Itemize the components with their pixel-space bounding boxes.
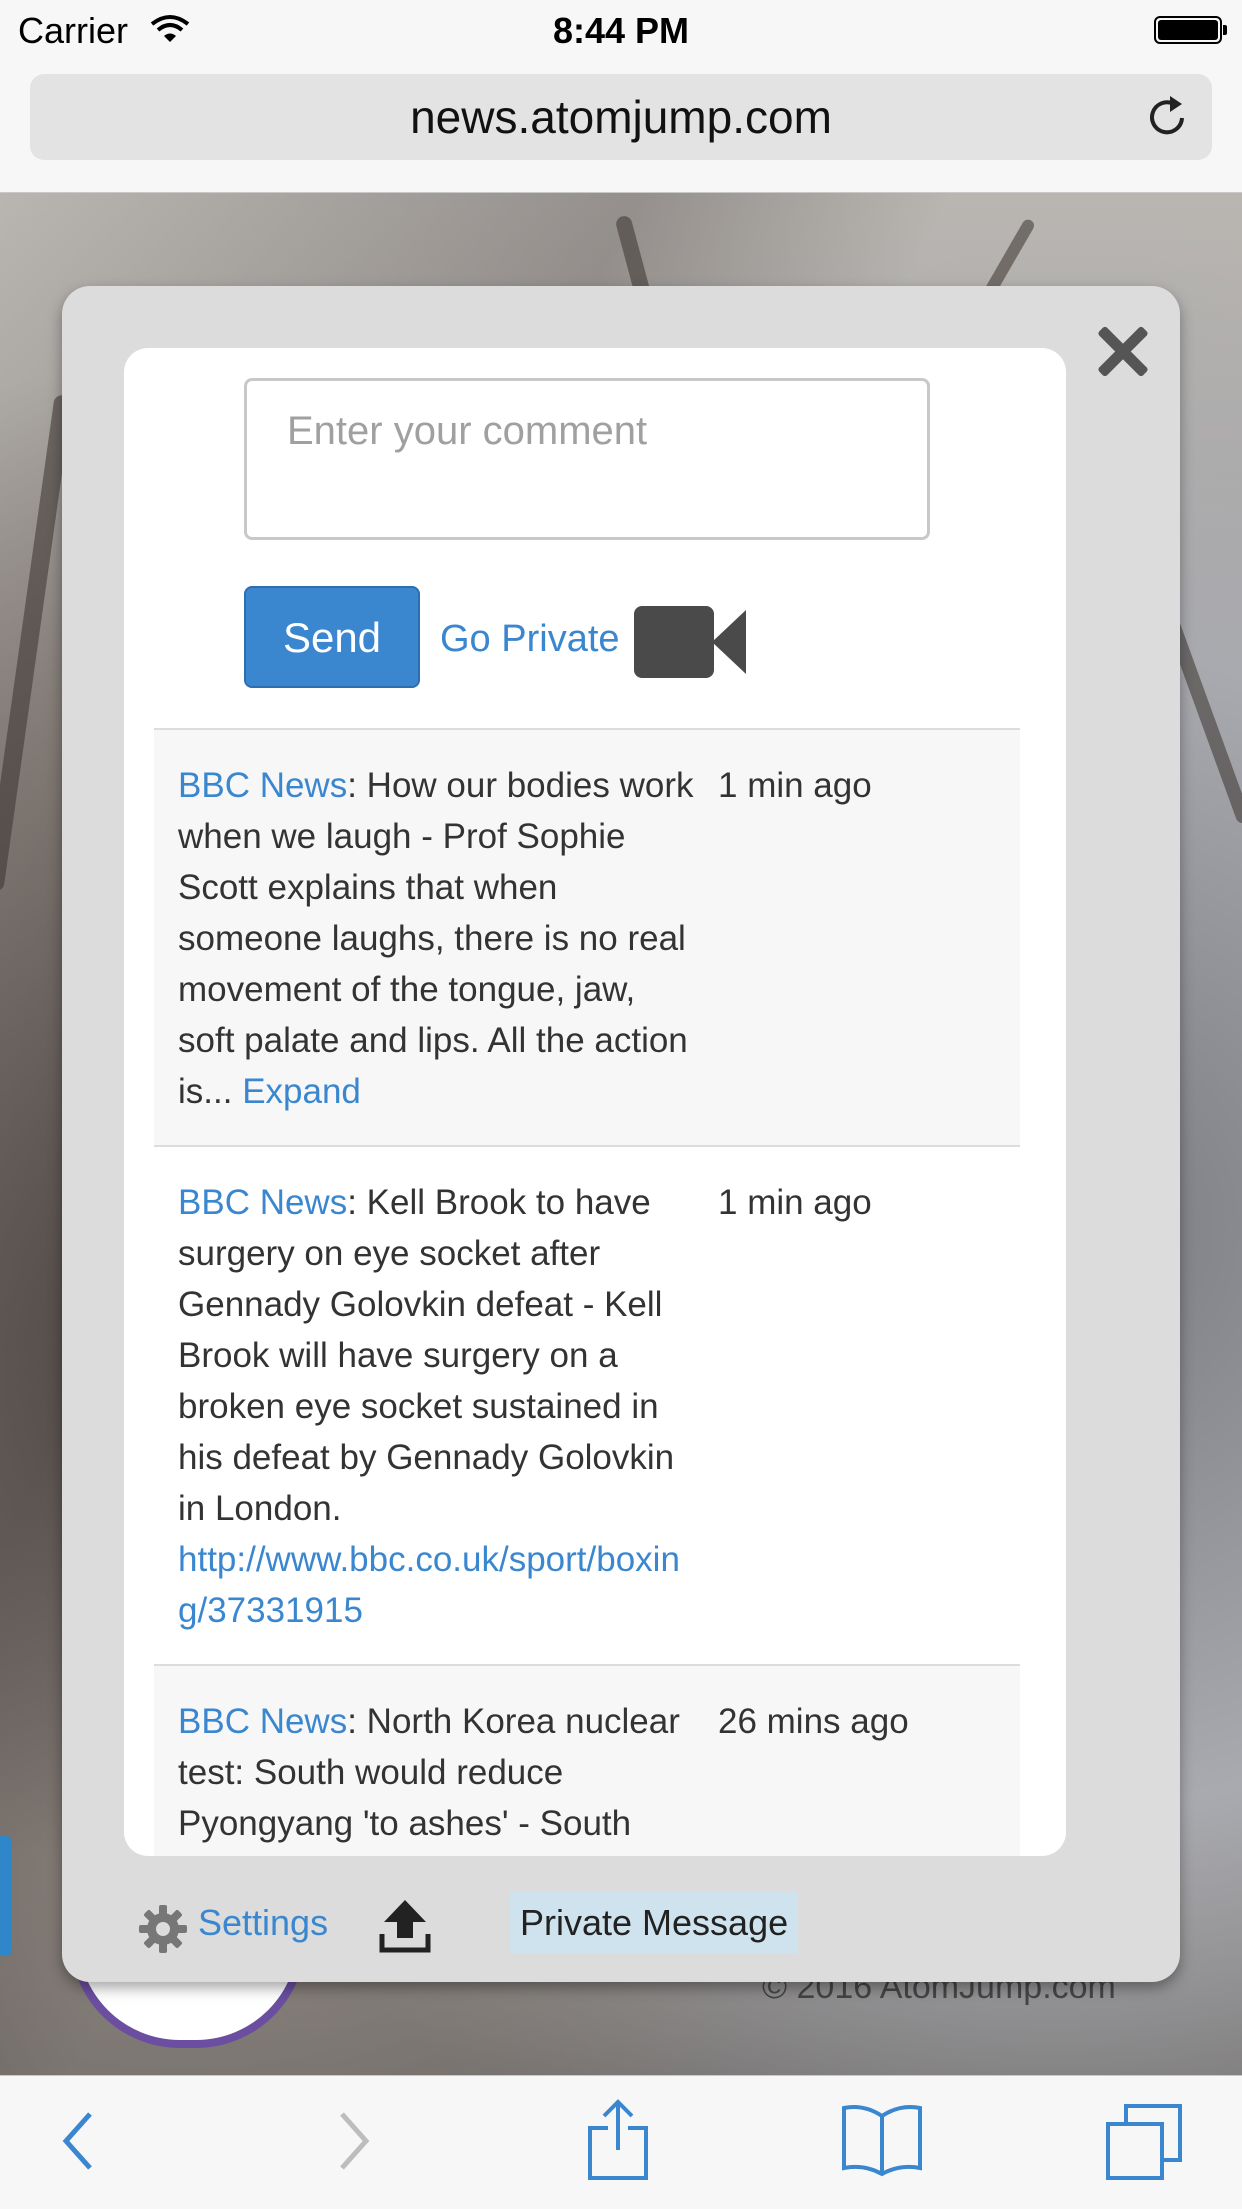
gear-icon[interactable] — [138, 1904, 188, 1954]
message-list: BBC News: How our bodies work when we la… — [154, 728, 1020, 1856]
message-time: 26 mins ago — [718, 1702, 909, 1741]
message-time: 1 min ago — [718, 766, 872, 805]
reload-icon[interactable] — [1146, 94, 1190, 140]
private-message-button[interactable]: Private Message — [510, 1892, 799, 1954]
address-bar[interactable]: news.atomjump.com — [30, 74, 1212, 160]
tabs-icon[interactable] — [1104, 2102, 1184, 2182]
message-body: BBC News: Kell Brook to have surgery on … — [178, 1177, 698, 1636]
article-link[interactable]: http://www.bbc.co.uk/sport/boxing/373319… — [178, 1540, 680, 1630]
back-icon[interactable] — [58, 2106, 98, 2176]
browser-bottom-toolbar — [0, 2075, 1242, 2209]
video-camera-icon[interactable] — [634, 604, 748, 680]
message-text: : How our bodies work when we laugh - Pr… — [178, 766, 694, 1111]
settings-link[interactable]: Settings — [198, 1902, 328, 1944]
forward-icon[interactable] — [334, 2106, 374, 2176]
share-icon[interactable] — [586, 2098, 650, 2182]
source-link[interactable]: BBC News — [178, 1702, 347, 1741]
message-time: 1 min ago — [718, 1183, 872, 1222]
bookmarks-icon[interactable] — [840, 2102, 924, 2178]
expand-link[interactable]: Expand — [242, 1072, 361, 1111]
comments-panel: Send Go Private BBC News: How our bodies… — [124, 348, 1066, 1856]
side-tab[interactable] — [0, 1836, 12, 1956]
message-text: : Kell Brook to have surgery on eye sock… — [178, 1183, 675, 1528]
list-item: BBC News: North Korea nuclear test: Sout… — [154, 1664, 1020, 1856]
message-body: BBC News: How our bodies work when we la… — [178, 760, 698, 1117]
send-button[interactable]: Send — [244, 586, 420, 688]
comment-input[interactable] — [244, 378, 930, 540]
status-bar: Carrier 8:44 PM — [0, 0, 1242, 62]
url-text[interactable]: news.atomjump.com — [30, 90, 1212, 144]
browser-toolbar: news.atomjump.com — [0, 62, 1242, 193]
comments-modal: Send Go Private BBC News: How our bodies… — [62, 286, 1180, 1982]
upload-icon[interactable] — [378, 1898, 432, 1954]
source-link[interactable]: BBC News — [178, 1183, 347, 1222]
battery-icon — [1154, 16, 1227, 44]
message-body: BBC News: North Korea nuclear test: Sout… — [178, 1696, 698, 1856]
source-link[interactable]: BBC News — [178, 766, 347, 805]
clock: 8:44 PM — [552, 10, 690, 51]
go-private-link[interactable]: Go Private — [440, 618, 620, 661]
list-item: BBC News: Kell Brook to have surgery on … — [154, 1145, 1020, 1664]
list-item: BBC News: How our bodies work when we la… — [154, 728, 1020, 1145]
close-icon[interactable] — [1096, 324, 1150, 378]
